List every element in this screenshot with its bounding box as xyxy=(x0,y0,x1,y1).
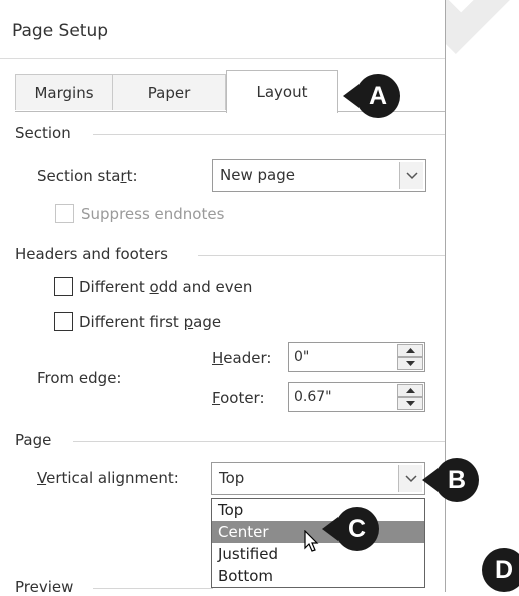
title-bar: Page Setup xyxy=(0,0,445,59)
spin-down-icon[interactable] xyxy=(397,397,423,410)
from-edge-label: From edge: xyxy=(37,369,122,387)
tab-margins-label: Margins xyxy=(34,83,94,102)
footer-distance-value: 0.67" xyxy=(294,389,332,405)
page-group-label: Page xyxy=(15,431,60,449)
footer-distance-input[interactable]: 0.67" xyxy=(288,382,425,412)
header-label: Header: xyxy=(212,349,272,367)
different-odd-even-checkbox[interactable] xyxy=(54,277,73,296)
suppress-endnotes-label: Suppress endnotes xyxy=(81,205,225,223)
page-divider xyxy=(73,441,445,442)
dialog-title: Page Setup xyxy=(12,21,109,41)
suppress-endnotes-checkbox[interactable] xyxy=(55,204,74,223)
tab-paper[interactable]: Paper xyxy=(112,74,226,110)
footer-spinner xyxy=(397,384,423,410)
section-start-select[interactable]: New page xyxy=(212,159,426,192)
chevron-down-icon[interactable] xyxy=(398,465,422,492)
vertical-alignment-select[interactable]: Top xyxy=(211,462,425,495)
section-start-value: New page xyxy=(220,166,295,184)
vertical-alignment-label: Vertical alignment: xyxy=(37,469,179,487)
spin-down-icon[interactable] xyxy=(397,357,423,370)
tab-layout[interactable]: Layout xyxy=(226,70,338,113)
section-group-label: Section xyxy=(15,124,79,142)
section-start-label: Section start: xyxy=(37,167,138,185)
section-divider xyxy=(93,134,445,135)
different-first-page-label: Different first page xyxy=(79,313,222,331)
headers-footers-group-label: Headers and footers xyxy=(15,245,176,263)
different-odd-even-label: Different odd and even xyxy=(79,278,253,296)
preview-divider xyxy=(93,588,213,589)
header-spinner xyxy=(397,344,423,370)
footer-label: Footer: xyxy=(212,389,265,407)
spin-up-icon[interactable] xyxy=(397,384,423,397)
spin-up-icon[interactable] xyxy=(397,344,423,357)
dropdown-option-bottom[interactable]: Bottom xyxy=(212,565,424,587)
header-distance-input[interactable]: 0" xyxy=(288,342,425,372)
tab-margins[interactable]: Margins xyxy=(15,74,113,110)
chevron-down-icon[interactable] xyxy=(399,162,423,189)
tab-paper-label: Paper xyxy=(147,83,191,102)
callout-b: B xyxy=(435,458,479,502)
tab-layout-label: Layout xyxy=(256,83,308,101)
different-first-page-checkbox[interactable] xyxy=(54,312,73,331)
callout-a: A xyxy=(356,74,400,118)
header-distance-value: 0" xyxy=(294,349,310,365)
callout-d: D xyxy=(482,548,519,592)
callout-c: C xyxy=(335,507,379,551)
headers-footers-divider xyxy=(198,255,445,256)
mouse-pointer-icon xyxy=(304,530,319,552)
preview-group-label-text: Preview xyxy=(15,578,82,596)
dropdown-option-top[interactable]: Top xyxy=(212,499,424,521)
vertical-alignment-value: Top xyxy=(219,469,245,487)
